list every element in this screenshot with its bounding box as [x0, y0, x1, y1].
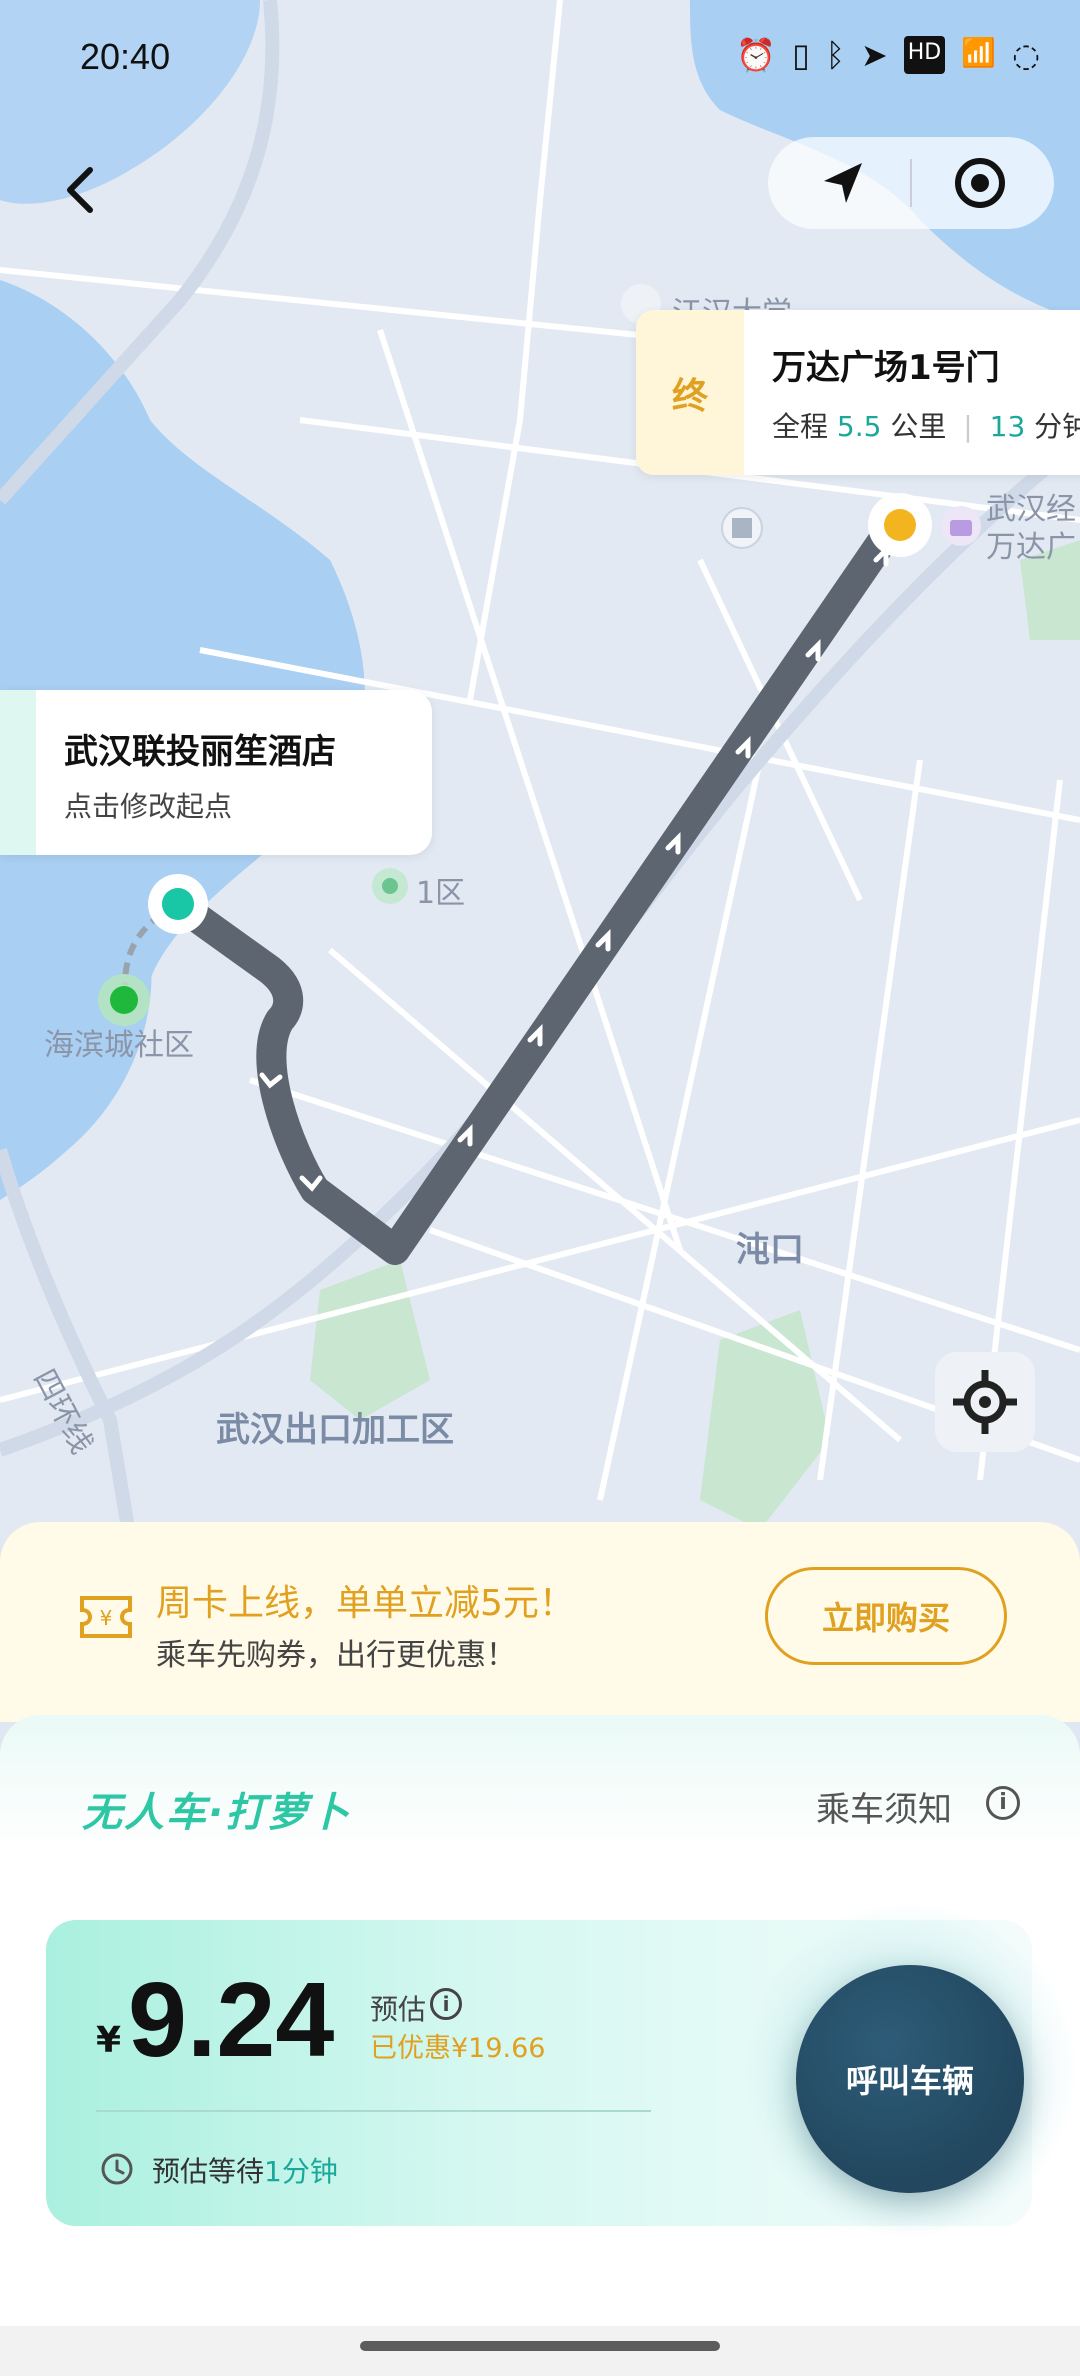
- status-time: 20:40: [80, 36, 171, 77]
- target-location-icon[interactable]: [952, 155, 1008, 211]
- estimate-info-icon[interactable]: i: [430, 1988, 462, 2020]
- estimate-label: 预估: [370, 1993, 427, 2026]
- currency-symbol: ¥: [96, 2020, 122, 2061]
- promo-title: 周卡上线，单单立减5元！: [156, 1583, 575, 1624]
- wait-prefix: 预估等待: [152, 2155, 265, 2188]
- signal-4g-icon: 📶: [961, 36, 997, 69]
- navigate-arrow-icon[interactable]: [814, 155, 870, 211]
- home-indicator[interactable]: [360, 2341, 720, 2351]
- discount-text: 已优惠¥19.66: [370, 2033, 546, 2064]
- pill-divider: [910, 159, 912, 207]
- brand-logo: 无人车·打萝卜: [82, 1790, 352, 1836]
- destination-tag: 终: [636, 310, 744, 475]
- status-bar: 20:40 ⏰ ▯ ᛒ ➤ HD 📶 ◌: [0, 0, 1080, 110]
- fare-divider: [96, 2110, 651, 2112]
- route-distance: 5.5: [836, 410, 882, 443]
- start-card-accent: [0, 690, 36, 855]
- coupon-icon: ¥: [80, 1596, 132, 1638]
- destination-card[interactable]: 终 万达广场1号门 全程 5.5 公里 | 13 分钟: [636, 310, 1080, 475]
- map-label-area1: 1区: [416, 876, 466, 911]
- map-label-wanda-2: 万达广: [986, 530, 1076, 565]
- ride-notice-link[interactable]: 乘车须知: [816, 1782, 952, 1831]
- hd-icon: HD: [903, 36, 946, 74]
- route-prefix: 全程: [772, 410, 829, 443]
- map-label-community: 海滨城社区: [44, 1028, 194, 1063]
- buy-now-button[interactable]: 立即购买: [765, 1567, 1007, 1665]
- map-label-zone: 武汉出口加工区: [216, 1410, 454, 1450]
- fare-price: 9.24: [128, 1961, 335, 2079]
- info-divider: |: [963, 410, 973, 443]
- locate-me-icon[interactable]: [935, 1352, 1035, 1452]
- clock-icon: [101, 2153, 133, 2185]
- vibrate-icon: ▯: [792, 36, 810, 74]
- promo-subtitle: 乘车先购券，出行更优惠！: [156, 1638, 516, 1673]
- svg-text:¥: ¥: [100, 1606, 113, 1630]
- map-label-district: 沌口: [736, 1230, 804, 1270]
- alarm-icon: ⏰: [736, 36, 777, 74]
- map-controls-pill: [768, 137, 1054, 229]
- status-icons: ⏰ ▯ ᛒ ➤ HD 📶 ◌: [736, 36, 1040, 74]
- destination-name: 万达广场1号门: [772, 348, 1000, 388]
- back-icon[interactable]: [50, 160, 110, 220]
- navigation-bar: [0, 2326, 1080, 2376]
- call-vehicle-button[interactable]: 呼叫车辆: [796, 1965, 1024, 2193]
- bluetooth-icon: ᛒ: [825, 36, 845, 74]
- start-name: 武汉联投丽笙酒店: [64, 732, 336, 772]
- wait-value: 1分钟: [264, 2155, 338, 2188]
- route-duration-unit: 分钟: [1034, 410, 1080, 443]
- route-distance-unit: 公里: [890, 410, 947, 443]
- location-arrow-icon: ➤: [860, 36, 888, 74]
- battery-icon: ◌: [1012, 36, 1040, 74]
- start-edit-hint: 点击修改起点: [64, 790, 233, 823]
- start-card[interactable]: 武汉联投丽笙酒店 点击修改起点: [0, 690, 432, 855]
- route-duration: 13: [989, 410, 1026, 443]
- info-icon[interactable]: i: [986, 1786, 1020, 1820]
- destination-info: 全程 5.5 公里 | 13 分钟: [772, 405, 1080, 445]
- wait-time: 预估等待1分钟: [152, 2150, 338, 2190]
